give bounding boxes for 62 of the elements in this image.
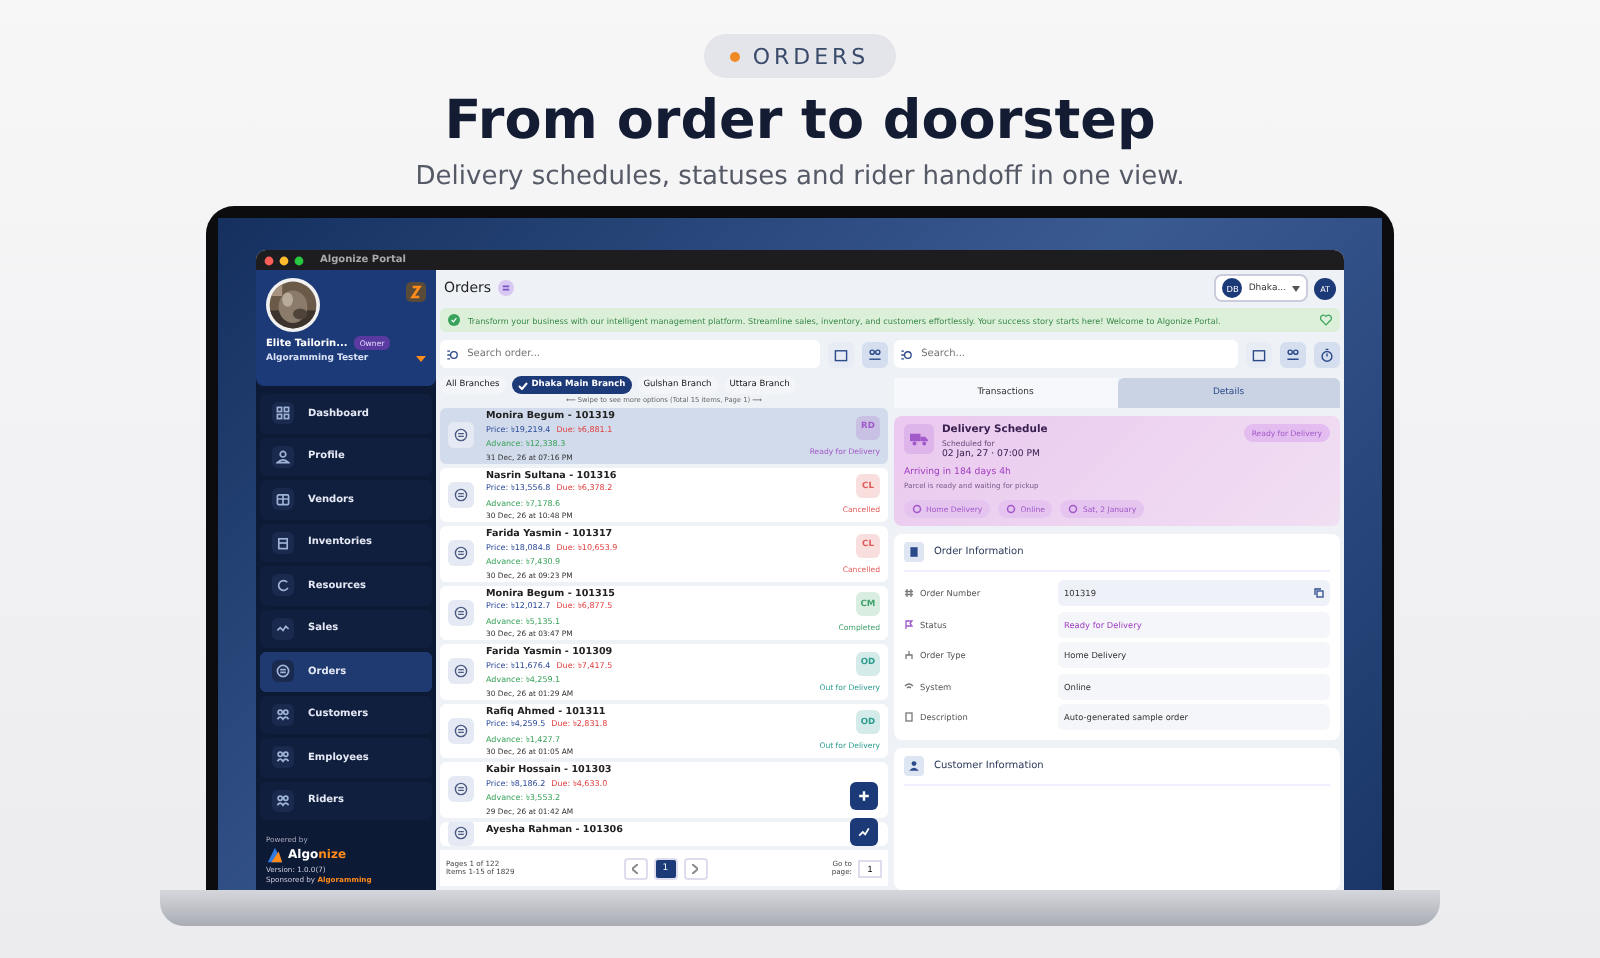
person-icon (276, 449, 290, 464)
order-icon (448, 540, 474, 567)
calendar-icon (834, 347, 848, 361)
timer-icon (1320, 347, 1334, 361)
box-icon (276, 535, 290, 550)
hash-icon (904, 588, 914, 598)
people-icon (868, 347, 882, 361)
heart-icon (1320, 314, 1332, 326)
brand-logo-icon (266, 846, 284, 864)
search-icon (900, 347, 914, 361)
document-icon (904, 542, 924, 562)
person-icon (904, 755, 924, 775)
order-icon (448, 717, 474, 744)
trend-icon (858, 826, 870, 838)
circle-icon (1006, 504, 1017, 514)
check-icon (448, 314, 460, 326)
people-icon (276, 750, 290, 765)
order-icon (448, 658, 474, 685)
refresh-icon (276, 578, 290, 593)
list-icon (276, 664, 290, 679)
calendar-icon (1252, 347, 1266, 361)
logo-icon[interactable] (406, 282, 426, 302)
wifi-icon (904, 681, 914, 691)
calendar-button[interactable] (828, 341, 854, 367)
caret-icon[interactable] (416, 356, 426, 362)
order-icon (448, 422, 474, 449)
chevron-left-icon (632, 863, 639, 873)
list-icon (497, 280, 514, 296)
next-page-button[interactable] (683, 857, 708, 879)
store-icon (276, 492, 290, 507)
people-button[interactable] (1280, 341, 1306, 367)
order-icon (448, 481, 474, 508)
section-tag: ORDERS (704, 34, 896, 78)
trend-button[interactable] (850, 818, 878, 846)
truck-icon (904, 424, 934, 454)
headline: From order to doorstep (444, 88, 1156, 156)
people-button[interactable] (862, 341, 888, 367)
people-icon (1286, 347, 1300, 361)
people-icon (276, 707, 290, 722)
doc-icon (904, 712, 914, 722)
grid-icon (276, 406, 290, 421)
search-icon (446, 347, 460, 361)
caret-icon (1292, 285, 1300, 291)
calendar-button[interactable] (1246, 341, 1272, 367)
timer-button[interactable] (1314, 341, 1340, 367)
flag-icon (904, 619, 914, 629)
order-icon (448, 776, 474, 803)
circle-icon (1068, 504, 1079, 514)
circle-icon (912, 504, 922, 514)
add-button[interactable] (850, 782, 878, 810)
plus-icon (858, 790, 870, 802)
order-icon (448, 599, 474, 626)
tree-icon (904, 650, 914, 660)
copy-icon[interactable] (1314, 588, 1324, 598)
window-controls-icon[interactable] (264, 255, 308, 265)
check-icon (517, 381, 528, 389)
people-icon (276, 793, 290, 808)
order-icon (448, 821, 474, 846)
subheadline: Delivery schedules, statuses and rider handoff in one view. (415, 160, 1185, 196)
chevron-right-icon (692, 863, 699, 873)
wave-icon (276, 621, 290, 636)
previous-page-button[interactable] (623, 857, 648, 879)
